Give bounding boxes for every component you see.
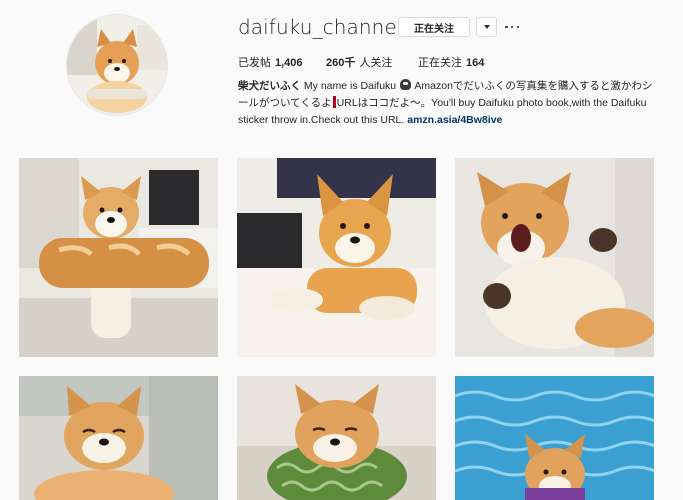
profile-avatar[interactable] [66, 14, 168, 116]
more-dot-icon [510, 25, 514, 29]
post-shiba-bread[interactable] [19, 158, 218, 357]
shiba-avatar-icon [67, 15, 167, 115]
shiba-yawn-photo [455, 158, 654, 357]
suggestions-dropdown-button[interactable] [476, 17, 497, 37]
ghost-emoji-icon [400, 79, 412, 90]
post-shiba-cushion[interactable] [237, 376, 436, 500]
profile-stats: 已发帖 1,406 260千 人关注 正在关注 164 [238, 54, 484, 70]
more-dot-icon [505, 25, 508, 29]
chevron-down-icon [483, 25, 490, 29]
shiba-sleepy-photo [19, 376, 218, 500]
post-shiba-couch[interactable] [237, 158, 436, 357]
followers-count[interactable]: 260千 人关注 [326, 54, 418, 70]
shiba-bread-photo [19, 158, 218, 357]
shiba-pool-photo [455, 376, 654, 500]
post-shiba-pool[interactable] [455, 376, 654, 500]
post-shiba-yawn[interactable] [455, 158, 654, 357]
more-options-button[interactable] [505, 20, 519, 34]
bio-link[interactable]: amzn.asia/4Bw8ive [407, 114, 502, 126]
posts-count: 已发帖 1,406 [238, 57, 303, 69]
shiba-couch-photo [237, 158, 436, 357]
bio-text: My name is Daifuku [303, 80, 397, 92]
post-shiba-sleepy[interactable] [19, 376, 218, 500]
following-count[interactable]: 正在关注 164 [418, 54, 484, 70]
profile-full-name: 柴犬だいふく [238, 80, 301, 92]
more-dot-icon [516, 25, 519, 29]
shiba-cushion-photo [237, 376, 436, 500]
profile-bio: 柴犬だいふく My name is Daifuku Amazonでだいふくの写真… [238, 78, 658, 129]
following-button[interactable]: 正在关注 [398, 17, 470, 37]
flag-emoji-icon [332, 96, 336, 108]
profile-username: daifuku_channel [238, 15, 403, 39]
